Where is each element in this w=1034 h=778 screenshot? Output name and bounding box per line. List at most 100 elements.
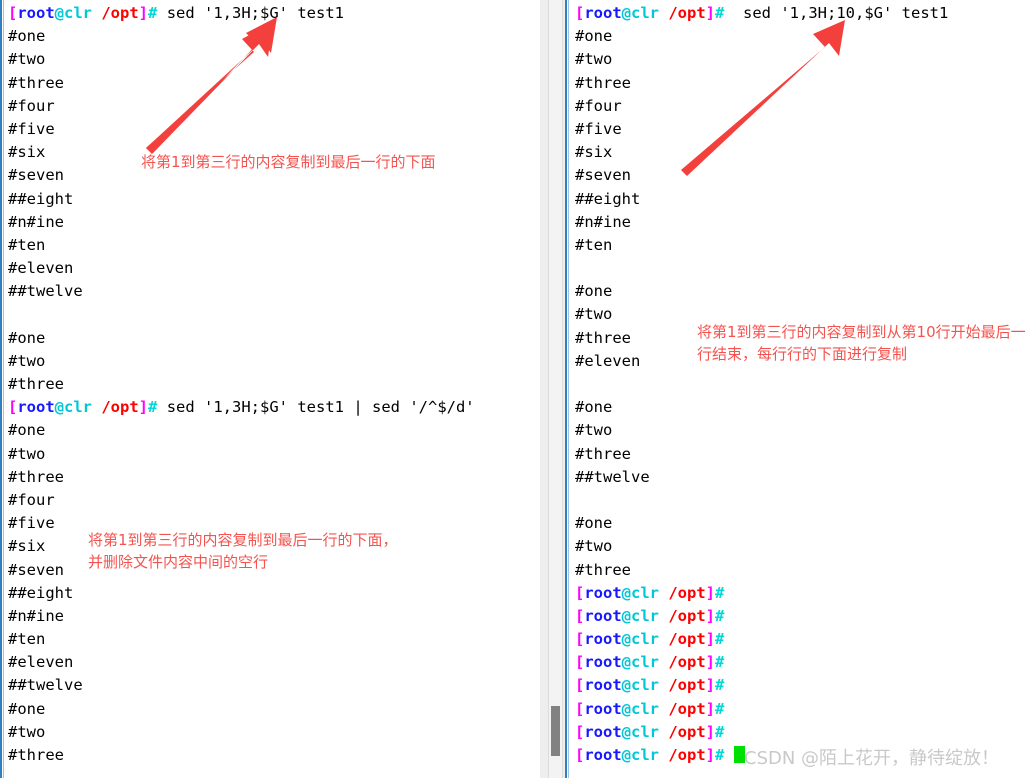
prompt-bracket-close: ] (705, 4, 716, 22)
prompt-hash: # (715, 722, 725, 741)
command-text: sed '1,3H;$G' test1 | sed '/^$/d' (157, 398, 475, 417)
prompt-user: root (584, 676, 622, 695)
terminal-output-line: #three (575, 560, 631, 579)
annotation-left-1: 将第1到第三行的内容复制到最后一行的下面 (141, 153, 436, 171)
terminal-output-line: ##eight (8, 583, 74, 602)
prompt-bracket-open: [ (575, 606, 585, 625)
prompt-bracket-open: [ (8, 4, 18, 22)
prompt-user: root (584, 630, 622, 649)
prompt-bracket-open: [ (575, 722, 585, 741)
prompt-host: @clr (621, 630, 659, 649)
prompt-path: /opt (659, 4, 706, 22)
right-terminal-panel[interactable]: [root@clr /opt]# sed '1,3H;10,$G' test1 #… (565, 0, 1034, 778)
terminal-output-line: #four (8, 490, 55, 509)
prompt-user: root (584, 653, 622, 672)
prompt-bracket-close: ] (705, 746, 716, 764)
prompt-path: /opt (659, 583, 706, 602)
terminal-output-line: #three (575, 73, 631, 92)
terminal-output-line: #two (575, 50, 613, 69)
terminal-output-line: #one (575, 514, 613, 533)
terminal-output-line: #two (8, 444, 46, 463)
prompt-bracket-open: [ (575, 630, 585, 649)
prompt-hash: # (715, 583, 725, 602)
prompt-bracket-close: ] (138, 398, 149, 417)
terminal-output-line: #three (8, 467, 64, 486)
prompt-path: /opt (92, 4, 139, 22)
terminal-output-line: ##twelve (575, 467, 650, 486)
prompt-host: @clr (621, 699, 659, 718)
vertical-scrollbar-track[interactable] (548, 0, 563, 778)
terminal-command-line[interactable]: [root@clr /opt]# sed '1,3H;$G' test1 | s… (8, 396, 540, 419)
terminal-output-line: #one (8, 27, 46, 46)
prompt-user: root (17, 398, 55, 417)
terminal-prompt-line[interactable]: [root@clr /opt]# (575, 674, 1034, 697)
panel-left-border-inner (3, 0, 4, 778)
terminal-output-line: #one (575, 27, 613, 46)
csdn-watermark: CSDN @陌上花开，静待绽放！ (744, 748, 1000, 769)
terminal-prompt-line[interactable]: [root@clr /opt]# (575, 651, 1034, 674)
prompt-user: root (584, 722, 622, 741)
terminal-prompt-line[interactable]: [root@clr /opt]# (575, 605, 1034, 628)
prompt-path: /opt (659, 630, 706, 649)
prompt-path: /opt (659, 653, 706, 672)
prompt-host: @clr (621, 722, 659, 741)
prompt-bracket-open: [ (575, 4, 585, 22)
terminal-output-line: #four (575, 96, 622, 115)
prompt-host: @clr (621, 746, 659, 764)
prompt-path: /opt (659, 722, 706, 741)
terminal-output-line: #three (575, 444, 631, 463)
terminal-output-line: #three (8, 746, 64, 764)
terminal-output-line: #ten (8, 630, 46, 649)
prompt-user: root (584, 699, 622, 718)
prompt-bracket-close: ] (138, 4, 149, 22)
terminal-output-line: #three (8, 375, 64, 393)
terminal-prompt-line[interactable]: [root@clr /opt]# (575, 698, 1034, 721)
terminal-output-line: ##eight (575, 189, 641, 208)
terminal-output-line: ##twelve (8, 676, 83, 695)
terminal-prompt-line[interactable]: [root@clr /opt]# (575, 721, 1034, 744)
prompt-host: @clr (621, 676, 659, 695)
terminal-prompt-line[interactable]: [root@clr /opt]# (575, 628, 1034, 651)
vertical-scrollbar-thumb[interactable] (551, 706, 560, 756)
prompt-hash: # (148, 398, 158, 417)
terminal-output-line: #five (575, 119, 622, 138)
terminal-output-line: #one (575, 282, 613, 301)
prompt-user: root (17, 4, 55, 22)
terminal-command-line[interactable]: [root@clr /opt]# sed '1,3H;10,$G' test1 (575, 2, 1034, 25)
prompt-bracket-open: [ (575, 653, 585, 672)
left-terminal-panel[interactable]: [root@clr /opt]# sed '1,3H;$G' test1 #one… (0, 0, 540, 778)
prompt-user: root (584, 746, 622, 764)
panel-right-border (565, 0, 567, 778)
terminal-output-line: #two (575, 537, 613, 556)
prompt-host: @clr (621, 583, 659, 602)
terminal-output-line: #ten (575, 235, 613, 254)
prompt-hash: # (715, 4, 725, 22)
prompt-hash: # (148, 4, 158, 22)
terminal-prompt-line[interactable]: [root@clr /opt]# (575, 582, 1034, 605)
terminal-output-line: #one (8, 421, 46, 440)
terminal-output-line: #two (8, 50, 46, 69)
prompt-bracket-close: ] (705, 722, 716, 741)
terminal-output-line: #seven (575, 166, 631, 185)
prompt-bracket-close: ] (705, 653, 716, 672)
prompt-bracket-close: ] (705, 606, 716, 625)
prompt-host: @clr (621, 606, 659, 625)
prompt-bracket-close: ] (705, 699, 716, 718)
prompt-host: @clr (621, 653, 659, 672)
prompt-hash: # (715, 606, 725, 625)
terminal-command-line[interactable]: [root@clr /opt]# sed '1,3H;$G' test1 (8, 2, 540, 25)
prompt-user: root (584, 4, 622, 22)
prompt-path: /opt (92, 398, 139, 417)
prompt-host: @clr (621, 4, 659, 22)
prompt-bracket-open: [ (575, 676, 585, 695)
command-text: sed '1,3H;10,$G' test1 (724, 4, 949, 22)
prompt-user: root (584, 606, 622, 625)
command-text: sed '1,3H;$G' test1 (157, 4, 344, 22)
prompt-hash: # (715, 630, 725, 649)
prompt-hash: # (715, 699, 725, 718)
right-terminal-output: [root@clr /opt]# sed '1,3H;10,$G' test1 #… (575, 2, 1034, 767)
terminal-output-line: #two (575, 421, 613, 440)
prompt-path: /opt (659, 676, 706, 695)
